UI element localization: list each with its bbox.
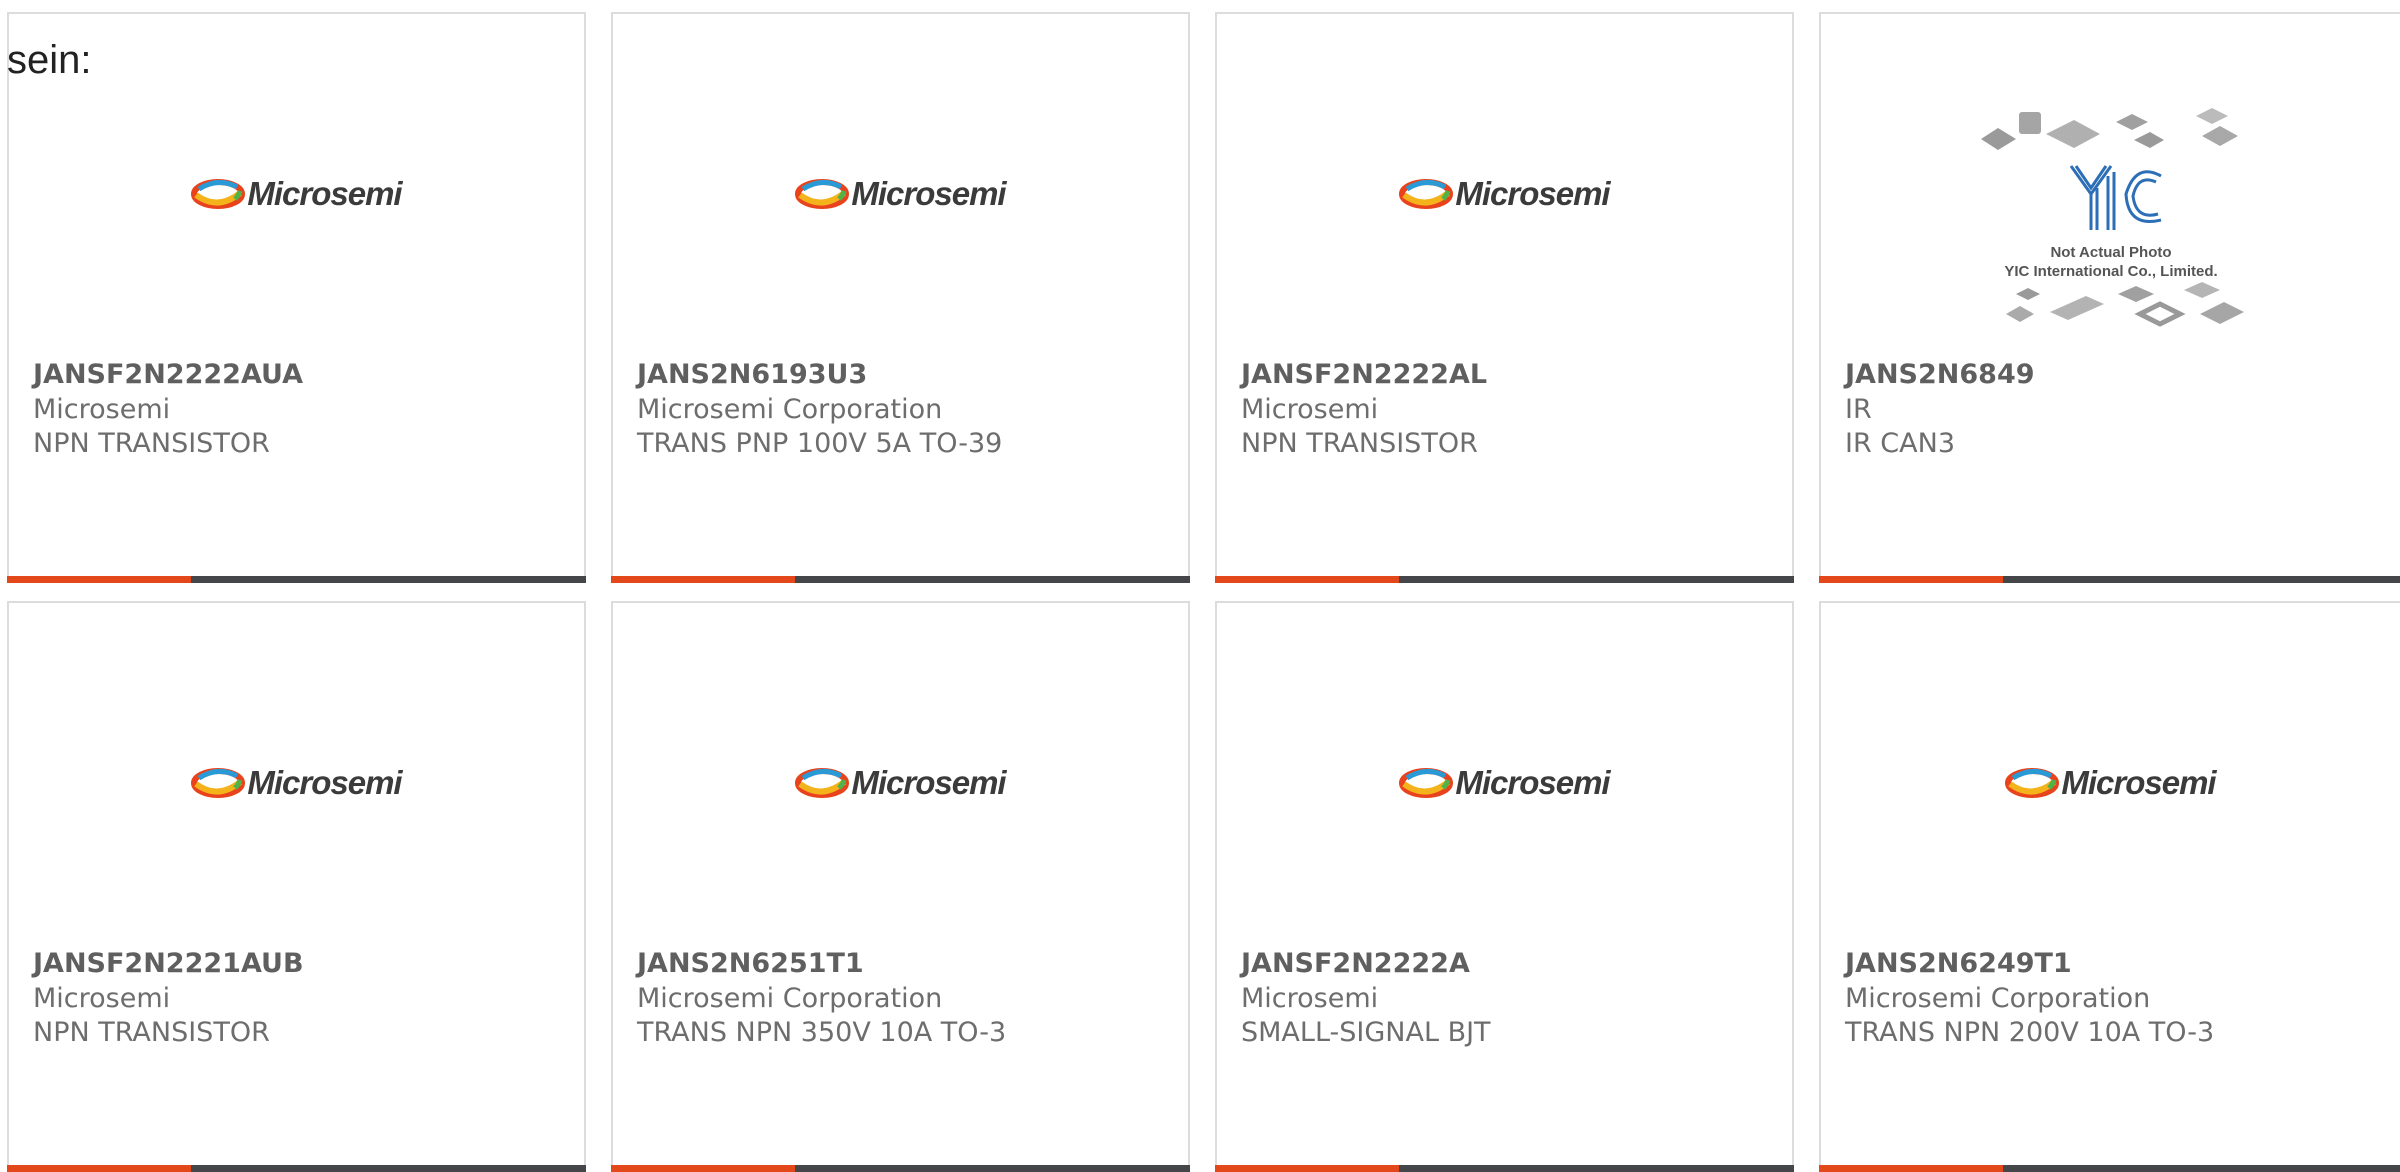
- microsemi-swirl-icon: [2005, 768, 2060, 798]
- part-number[interactable]: JANS2N6249T1: [1845, 948, 2072, 979]
- card-accent-bar: [1215, 1165, 1399, 1172]
- card-bottom-bar: [191, 1165, 586, 1172]
- product-image: Microsemi: [613, 698, 1188, 868]
- microsemi-logo: Microsemi: [2005, 764, 2217, 802]
- card-accent-bar: [1819, 1165, 2003, 1172]
- product-image: Microsemi: [1217, 109, 1792, 279]
- product-card[interactable]: Microsemi JANSF2N2222A Microsemi SMALL-S…: [1215, 601, 1794, 1172]
- microsemi-swirl-icon: [1399, 768, 1454, 798]
- part-number[interactable]: JANSF2N2222A: [1241, 948, 1470, 979]
- part-number[interactable]: JANS2N6251T1: [637, 948, 864, 979]
- card-bottom-bar: [795, 576, 1190, 583]
- card-bottom-bar: [2003, 1165, 2400, 1172]
- part-number[interactable]: JANSF2N2222AL: [1241, 359, 1487, 390]
- manufacturer: Microsemi: [33, 394, 171, 425]
- product-card[interactable]: Microsemi JANSF2N2222AUA Microsemi NPN T…: [7, 12, 586, 583]
- manufacturer: Microsemi: [1241, 394, 1379, 425]
- card-bottom-bar: [191, 576, 586, 583]
- manufacturer: IR: [1845, 394, 1872, 425]
- product-image: Microsemi: [1217, 698, 1792, 868]
- microsemi-swirl-icon: [191, 179, 246, 209]
- microsemi-logo: Microsemi: [191, 764, 403, 802]
- description: SMALL-SIGNAL BJT: [1241, 1017, 1491, 1048]
- product-card[interactable]: Microsemi JANSF2N2222AL Microsemi NPN TR…: [1215, 12, 1794, 583]
- card-bottom-bar: [795, 1165, 1190, 1172]
- microsemi-swirl-icon: [795, 768, 850, 798]
- microsemi-wordmark: Microsemi: [247, 175, 402, 212]
- manufacturer: Microsemi: [33, 983, 171, 1014]
- part-number[interactable]: JANSF2N2222AUA: [33, 359, 303, 390]
- microsemi-logo: Microsemi: [1399, 175, 1611, 213]
- part-number[interactable]: JANS2N6193U3: [637, 359, 867, 390]
- part-number[interactable]: JANSF2N2221AUB: [33, 948, 304, 979]
- card-accent-bar: [611, 576, 795, 583]
- manufacturer: Microsemi: [1241, 983, 1379, 1014]
- product-image: Microsemi: [9, 109, 584, 279]
- manufacturer: Microsemi Corporation: [637, 394, 943, 425]
- description: IR CAN3: [1845, 428, 1956, 459]
- description: TRANS NPN 350V 10A TO-3: [637, 1017, 1007, 1048]
- manufacturer: Microsemi Corporation: [1845, 983, 2151, 1014]
- card-accent-bar: [7, 576, 191, 583]
- description: TRANS NPN 200V 10A TO-3: [1845, 1017, 2215, 1048]
- microsemi-logo: Microsemi: [795, 764, 1007, 802]
- microsemi-logo: Microsemi: [795, 175, 1007, 213]
- card-bottom-bar: [1399, 1165, 1794, 1172]
- product-image: Microsemi: [1821, 698, 2400, 868]
- yic-caption-line2: YIC International Co., Limited.: [2004, 263, 2217, 280]
- microsemi-wordmark: Microsemi: [247, 764, 402, 801]
- microsemi-swirl-icon: [1399, 179, 1454, 209]
- microsemi-wordmark: Microsemi: [1455, 175, 1610, 212]
- product-card[interactable]: Microsemi JANSF2N2221AUB Microsemi NPN T…: [7, 601, 586, 1172]
- product-image: Microsemi: [9, 698, 584, 868]
- description: NPN TRANSISTOR: [33, 1017, 270, 1048]
- card-accent-bar: [7, 1165, 191, 1172]
- product-card[interactable]: Microsemi JANS2N6251T1 Microsemi Corpora…: [611, 601, 1190, 1172]
- microsemi-wordmark: Microsemi: [1455, 764, 1610, 801]
- description: NPN TRANSISTOR: [33, 428, 270, 459]
- card-bottom-bar: [1399, 576, 1794, 583]
- microsemi-logo: Microsemi: [191, 175, 403, 213]
- product-card[interactable]: Microsemi JANS2N6193U3 Microsemi Corpora…: [611, 12, 1190, 583]
- microsemi-swirl-icon: [795, 179, 850, 209]
- part-number[interactable]: JANS2N6849: [1845, 359, 2035, 390]
- page-text-fragment: sein:: [7, 38, 92, 82]
- microsemi-logo: Microsemi: [1399, 764, 1611, 802]
- card-accent-bar: [1215, 576, 1399, 583]
- product-image: Microsemi: [613, 109, 1188, 279]
- card-accent-bar: [1819, 576, 2003, 583]
- description: TRANS PNP 100V 5A TO-39: [637, 428, 1003, 459]
- card-bottom-bar: [2003, 576, 2400, 583]
- product-grid: Microsemi JANSF2N2222AUA Microsemi NPN T…: [0, 0, 2400, 1172]
- product-card[interactable]: Not Actual Photo YIC International Co., …: [1819, 12, 2400, 583]
- product-card[interactable]: Microsemi JANS2N6249T1 Microsemi Corpora…: [1819, 601, 2400, 1172]
- yic-not-actual-photo-image: Not Actual Photo YIC International Co., …: [1980, 108, 2244, 327]
- yic-mark-icon: [2069, 165, 2162, 230]
- microsemi-swirl-icon: [191, 768, 246, 798]
- description: NPN TRANSISTOR: [1241, 428, 1478, 459]
- yic-caption-line1: Not Actual Photo: [2050, 244, 2171, 261]
- card-accent-bar: [611, 1165, 795, 1172]
- microsemi-wordmark: Microsemi: [2061, 764, 2216, 801]
- product-image: Not Actual Photo YIC International Co., …: [1821, 99, 2400, 349]
- manufacturer: Microsemi Corporation: [637, 983, 943, 1014]
- microsemi-wordmark: Microsemi: [851, 175, 1006, 212]
- microsemi-wordmark: Microsemi: [851, 764, 1006, 801]
